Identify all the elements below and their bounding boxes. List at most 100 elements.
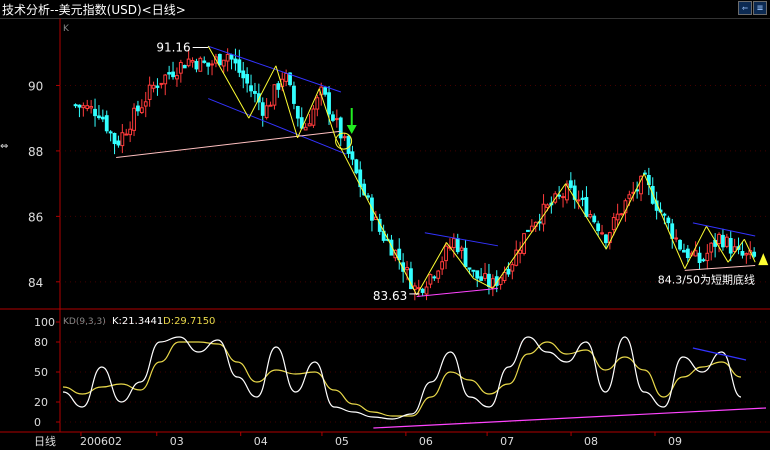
candle-body [120, 132, 125, 147]
candle-body [338, 117, 343, 139]
candle-body [697, 252, 702, 263]
candle-body [510, 264, 515, 272]
candle-body [580, 197, 585, 200]
candle-body [163, 74, 168, 85]
candle-body [744, 253, 749, 256]
kd-y-tick-label: 0 [34, 416, 41, 429]
candle-body [190, 60, 195, 63]
candle-body [81, 105, 86, 109]
candle-body [292, 85, 296, 104]
candle-body [416, 287, 421, 290]
candle-body [233, 58, 238, 64]
kd-k-readout: K:21.3441 [112, 316, 163, 327]
candle-body [198, 57, 203, 72]
x-tick-label: 06 [419, 435, 433, 448]
high-label: 91.16 [156, 40, 190, 54]
candle-body [225, 53, 230, 62]
candle-body [705, 252, 710, 262]
candle-body [202, 60, 207, 63]
candle-body [93, 108, 97, 117]
short-term-support-line [684, 264, 756, 271]
candle-body [483, 273, 487, 279]
candle-body [327, 92, 331, 115]
candle-body [420, 288, 425, 293]
candle-body [77, 104, 82, 108]
y-tick-label: 90 [28, 79, 43, 93]
neckline [116, 130, 341, 158]
chart-title: 技术分析--美元指数(USD)<日线> [2, 3, 186, 17]
candle-body [229, 54, 234, 60]
kd-y-tick-label: 20 [34, 396, 48, 409]
candle-body [682, 249, 686, 253]
candle-body [740, 250, 745, 256]
support-note: 84.3/50为短期底线 [658, 272, 755, 286]
candle-body [502, 272, 507, 281]
x-tick-label: 08 [584, 435, 598, 448]
candle-body [397, 248, 402, 261]
candle-body [596, 223, 601, 232]
candle-body [600, 232, 604, 235]
bottom-support-line [416, 287, 498, 298]
candle-body [424, 286, 429, 295]
candle-body [237, 59, 242, 73]
candle-body [284, 73, 289, 82]
candle-body [592, 215, 597, 223]
price-chart-area[interactable]: 90 88 86 84 K 91.16 83.63 84.3/50为短期底线 100 80 50 20… [0, 18, 770, 450]
menu-list-icon[interactable]: ≡ [753, 1, 767, 15]
candle-body [440, 261, 445, 270]
candle-body [85, 105, 90, 109]
candle-body [693, 250, 698, 257]
crosshair-handle-icon[interactable]: ⇔ [0, 141, 8, 152]
candle-body [186, 58, 191, 67]
candle-body [588, 214, 593, 218]
candle-body [432, 276, 437, 279]
candle-body [307, 123, 312, 127]
candle-body [506, 268, 511, 275]
x-tick-label: 05 [335, 435, 349, 448]
candle-body [178, 61, 183, 74]
candle-body [210, 63, 214, 66]
candle-body [568, 180, 573, 188]
buy-arrow-icon [758, 253, 769, 266]
candle-body [260, 102, 265, 116]
candle-body [678, 239, 682, 250]
candle-body [350, 151, 355, 160]
x-tick-label: 07 [500, 435, 514, 448]
candle-body [346, 135, 351, 154]
x-tick-label: 09 [668, 435, 682, 448]
candle-body [709, 242, 714, 253]
candle-body [136, 105, 140, 112]
bottom-channel-upper [424, 232, 499, 247]
candle-body [323, 87, 328, 95]
candle-body [128, 128, 133, 136]
low-label: 83.63 [373, 289, 407, 303]
candle-body [116, 140, 121, 146]
kd-k-line [62, 336, 742, 420]
candle-body [147, 84, 152, 100]
kd-y-tick-label: 50 [34, 366, 48, 379]
candle-body [241, 70, 246, 79]
candle-body [334, 118, 339, 121]
wave-line [297, 88, 320, 139]
candle-body [311, 108, 316, 126]
candle-body [73, 104, 78, 107]
candle-body [124, 133, 129, 136]
candle-body [167, 72, 172, 75]
arrow-left-box-icon[interactable]: ⇐ [738, 1, 752, 15]
decline-wave-line [335, 137, 418, 296]
x-tick-label: 03 [170, 435, 184, 448]
candle-body [721, 234, 725, 248]
candle-body [253, 91, 257, 94]
candle-body [342, 136, 347, 139]
y-tick-label: 88 [28, 145, 43, 159]
candle-body [479, 276, 484, 281]
candle-body [584, 197, 589, 217]
candle-body [561, 196, 565, 199]
candle-body [674, 237, 679, 240]
kd-d-line [62, 341, 742, 417]
candle-body [245, 74, 250, 84]
candle-body [459, 247, 464, 251]
candle-body [155, 85, 160, 88]
candle-body [467, 267, 472, 270]
candle-body [627, 194, 632, 199]
